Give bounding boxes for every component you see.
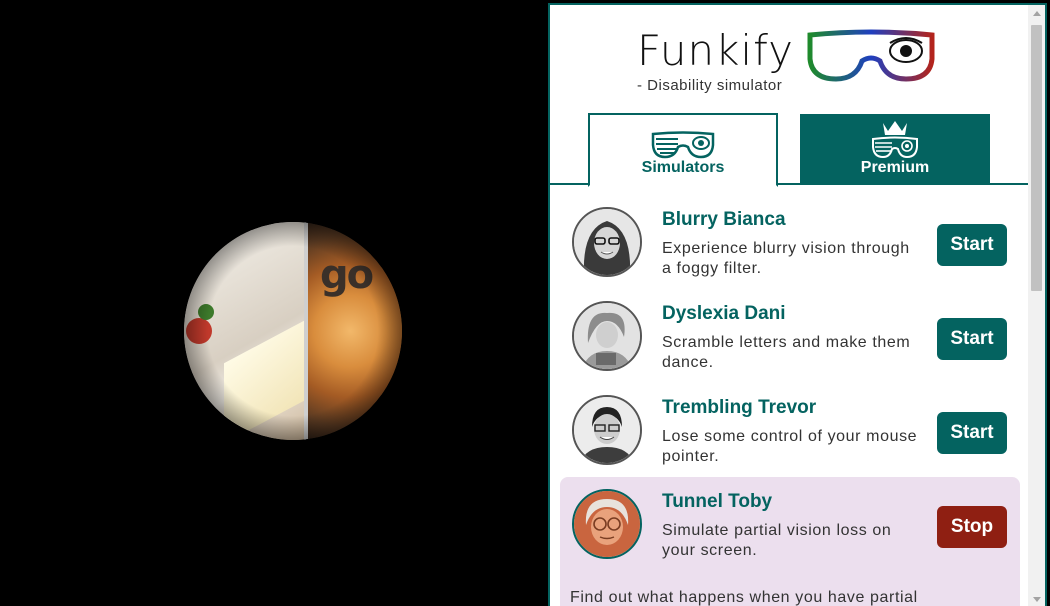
simulator-item-dyslexia-dani: Dyslexia Dani Scramble letters and make … [560, 289, 1020, 379]
simulator-list: Blurry Bianca Experience blurry vision t… [550, 195, 1030, 606]
start-button[interactable]: Start [937, 412, 1007, 454]
simulator-more-text: Find out what happens when you have part… [570, 589, 918, 606]
tunnel-view: go [184, 222, 402, 440]
start-button[interactable]: Start [937, 224, 1007, 266]
start-button[interactable]: Start [937, 318, 1007, 360]
tab-simulators-label: Simulators [641, 159, 725, 176]
app-subtitle: - Disability simulator [637, 77, 783, 94]
vignette [184, 222, 402, 440]
simulator-item-tunnel-toby: Tunnel Toby Simulate partial vision loss… [560, 477, 1020, 606]
funkify-popup: Funkify - Disability simulator Simulator… [548, 3, 1047, 606]
simulator-description: Experience blurry vision through a foggy… [662, 240, 910, 277]
rainbow-glasses-icon [807, 29, 935, 82]
avatar [572, 301, 642, 371]
scrollbar[interactable] [1028, 5, 1045, 606]
simulator-description: Simulate partial vision loss on your scr… [662, 522, 892, 559]
tab-bar: Simulators Premium [550, 113, 1030, 187]
simulator-item-blurry-bianca: Blurry Bianca Experience blurry vision t… [560, 195, 1020, 285]
logo: Funkify - Disability simulator [637, 26, 794, 95]
simulator-description: Lose some control of your mouse pointer. [662, 428, 918, 465]
simulator-name: Trembling Trevor [662, 397, 817, 418]
simulator-name: Blurry Bianca [662, 209, 786, 230]
simulator-name: Dyslexia Dani [662, 303, 786, 324]
simulator-name: Tunnel Toby [662, 491, 773, 512]
simulator-description: Scramble letters and make them dance. [662, 334, 911, 371]
avatar [572, 207, 642, 277]
simulator-item-trembling-trevor: Trembling Trevor Lose some control of yo… [560, 383, 1020, 473]
tab-premium[interactable]: Premium [800, 114, 990, 185]
tab-simulators[interactable]: Simulators [588, 113, 778, 187]
tab-premium-label: Premium [860, 159, 930, 176]
glasses-icon [651, 131, 715, 159]
crown-glasses-icon [872, 121, 918, 159]
avatar [572, 395, 642, 465]
scrollbar-thumb[interactable] [1031, 25, 1042, 291]
tunnel-vision-overlay: go [0, 0, 548, 606]
avatar [572, 489, 642, 559]
app-title: Funkify [637, 26, 794, 75]
scroll-up-arrow-icon[interactable] [1033, 11, 1041, 16]
scroll-down-arrow-icon[interactable] [1033, 597, 1041, 602]
stop-button[interactable]: Stop [937, 506, 1007, 548]
